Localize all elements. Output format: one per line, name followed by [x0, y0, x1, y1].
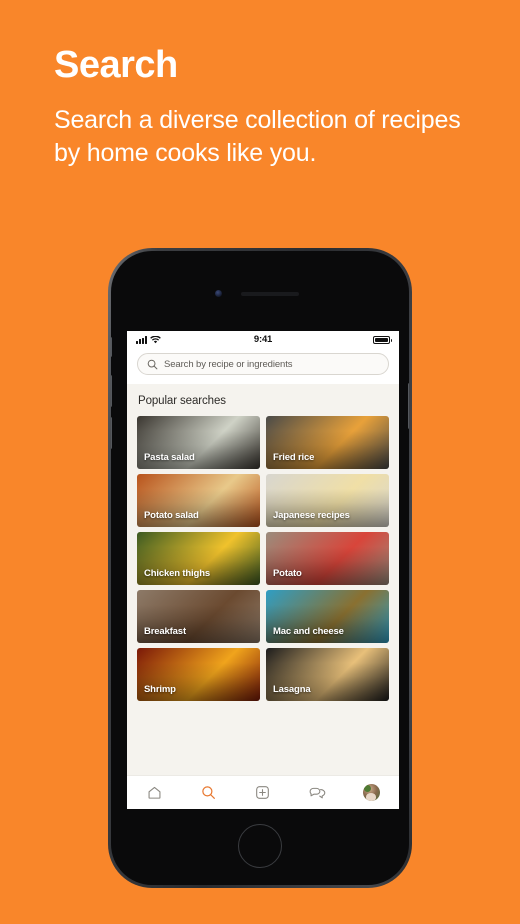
battery-full-icon	[373, 335, 392, 344]
earpiece-speaker	[241, 292, 299, 296]
phone-screen: 9:41 Search by recipe or ingredients Pop…	[127, 331, 399, 809]
search-icon	[147, 359, 158, 369]
tile-label: Mac and cheese	[273, 626, 344, 637]
popular-searches-grid: Pasta salad Fried rice Potato salad Japanes…	[137, 416, 389, 701]
tab-create[interactable]	[246, 776, 280, 810]
tab-search[interactable]	[192, 776, 226, 810]
search-content: Popular searches Pasta salad Fried rice Po…	[127, 384, 399, 775]
popular-search-tile[interactable]: Pasta salad	[137, 416, 260, 469]
popular-search-tile[interactable]: Mac and cheese	[266, 590, 389, 643]
avatar	[363, 784, 381, 801]
popular-search-tile[interactable]: Shrimp	[137, 648, 260, 701]
promo-subtitle: Search a diverse collection of recipes b…	[54, 105, 461, 168]
wifi-icon	[150, 335, 161, 343]
search-input[interactable]: Search by recipe or ingredients	[137, 353, 389, 375]
popular-search-tile[interactable]: Potato	[266, 532, 389, 585]
search-header: Search by recipe or ingredients	[127, 348, 399, 384]
chat-bubbles-icon	[309, 787, 326, 798]
section-title: Popular searches	[138, 395, 226, 407]
tile-label: Lasagna	[273, 684, 311, 695]
phone-body: 9:41 Search by recipe or ingredients Pop…	[111, 251, 409, 885]
tile-label: Potato	[273, 568, 302, 579]
volume-down-button[interactable]	[111, 417, 112, 449]
status-bar-time: 9:41	[253, 334, 273, 345]
tab-bar	[127, 775, 399, 809]
tile-label: Potato salad	[144, 510, 199, 521]
home-button[interactable]	[238, 824, 282, 868]
tile-label: Japanese recipes	[273, 510, 350, 521]
popular-search-tile[interactable]: Japanese recipes	[266, 474, 389, 527]
tile-label: Breakfast	[144, 626, 186, 637]
popular-search-tile[interactable]: Potato salad	[137, 474, 260, 527]
front-camera-icon	[215, 290, 222, 297]
volume-up-button[interactable]	[111, 375, 112, 407]
status-bar: 9:41	[127, 331, 399, 348]
phone-mockup: 9:41 Search by recipe or ingredients Pop…	[108, 248, 412, 888]
popular-search-tile[interactable]: Chicken thighs	[137, 532, 260, 585]
silent-switch[interactable]	[111, 337, 112, 357]
popular-search-tile[interactable]: Lasagna	[266, 648, 389, 701]
popular-search-tile[interactable]: Breakfast	[137, 590, 260, 643]
page-title: Search	[54, 44, 178, 86]
tile-label: Chicken thighs	[144, 568, 210, 579]
tab-messages[interactable]	[300, 776, 334, 810]
power-button[interactable]	[408, 383, 409, 429]
tile-label: Shrimp	[144, 684, 176, 695]
tile-label: Pasta salad	[144, 452, 195, 463]
tab-profile[interactable]	[355, 776, 389, 810]
home-icon	[148, 786, 161, 799]
search-icon	[202, 786, 215, 799]
tab-home[interactable]	[137, 776, 171, 810]
tile-label: Fried rice	[273, 452, 315, 463]
search-placeholder: Search by recipe or ingredients	[164, 358, 293, 370]
plus-square-icon	[256, 786, 270, 799]
cellular-signal-icon	[136, 336, 147, 344]
popular-search-tile[interactable]: Fried rice	[266, 416, 389, 469]
promo-block: Search Search a diverse collection of re…	[54, 44, 484, 171]
